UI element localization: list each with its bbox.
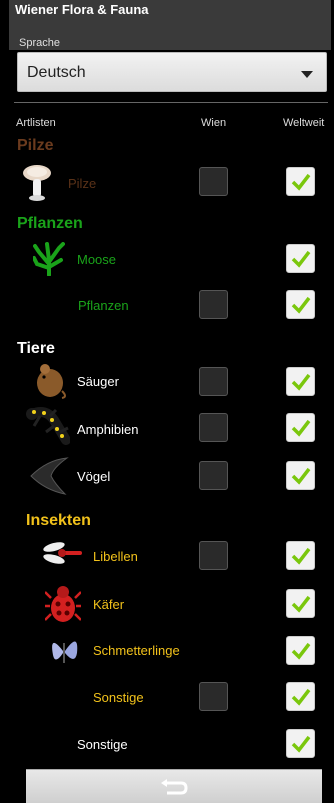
- row-label-saeuger: Säuger: [77, 374, 119, 389]
- check-icon: [291, 467, 311, 485]
- section-title-pilze: Pilze: [17, 137, 54, 154]
- row-label-sonstige: Sonstige: [77, 737, 128, 752]
- checkbox-wien-saeuger[interactable]: [199, 367, 228, 396]
- language-label: Sprache: [19, 37, 60, 49]
- checkbox-weltweit-pflanzen[interactable]: [286, 290, 315, 319]
- row-label-kaefer: Käfer: [93, 597, 125, 612]
- checkbox-weltweit-pilze[interactable]: [286, 167, 315, 196]
- language-select-value: Deutsch: [27, 64, 86, 81]
- row-label-pilze: Pilze: [68, 176, 97, 191]
- back-button[interactable]: [26, 769, 322, 803]
- salamander-icon: [26, 407, 70, 445]
- check-icon: [291, 735, 311, 753]
- beetle-icon: [45, 586, 81, 622]
- dragonfly-icon: [43, 542, 82, 564]
- checkbox-weltweit-libellen[interactable]: [286, 541, 315, 570]
- checkbox-wien-amphibien[interactable]: [199, 413, 228, 442]
- check-icon: [291, 595, 311, 613]
- bird-icon: [30, 457, 69, 495]
- checkbox-weltweit-sonstige[interactable]: [286, 729, 315, 758]
- dropdown-arrow-icon: [301, 71, 313, 78]
- checkbox-wien-libellen[interactable]: [199, 541, 228, 570]
- check-icon: [291, 547, 311, 565]
- row-label-moose: Moose: [77, 252, 117, 267]
- checkbox-weltweit-kaefer[interactable]: [286, 589, 315, 618]
- column-header-list: Artlisten: [16, 117, 56, 129]
- row-label-amphibien: Amphibien: [77, 422, 139, 437]
- language-select[interactable]: Deutsch: [17, 52, 327, 92]
- checkbox-weltweit-moose[interactable]: [286, 244, 315, 273]
- section-title-pflanzen: Pflanzen: [17, 215, 83, 232]
- back-icon: [161, 779, 188, 795]
- checkbox-weltweit-schmetterlinge[interactable]: [286, 636, 315, 665]
- checkbox-weltweit-voegel[interactable]: [286, 461, 315, 490]
- checkbox-weltweit-amphibien[interactable]: [286, 413, 315, 442]
- checkbox-wien-voegel[interactable]: [199, 461, 228, 490]
- row-label-schmetterlinge: Schmetterlinge: [93, 643, 180, 658]
- butterfly-icon: [52, 641, 78, 663]
- check-icon: [291, 688, 311, 706]
- moss-icon: [33, 242, 65, 276]
- column-header-global: Weltweit: [283, 117, 325, 129]
- row-label-pflanzen: Pflanzen: [78, 298, 129, 313]
- check-icon: [291, 373, 311, 391]
- app-title: Wiener Flora & Fauna: [15, 2, 149, 17]
- checkbox-wien-sonstige-insekten[interactable]: [199, 682, 228, 711]
- row-label-voegel: Vögel: [77, 469, 111, 484]
- row-label-libellen: Libellen: [93, 549, 138, 564]
- divider: [14, 102, 328, 103]
- row-label-sonstige-insekten: Sonstige: [93, 690, 144, 705]
- checkbox-weltweit-saeuger[interactable]: [286, 367, 315, 396]
- checkbox-weltweit-sonstige-insekten[interactable]: [286, 682, 315, 711]
- check-icon: [291, 296, 311, 314]
- section-title-insekten: Insekten: [26, 512, 91, 529]
- checkbox-wien-pflanzen[interactable]: [199, 290, 228, 319]
- check-icon: [291, 173, 311, 191]
- check-icon: [291, 642, 311, 660]
- check-icon: [291, 419, 311, 437]
- column-header-local: Wien: [201, 117, 227, 129]
- mouse-icon: [37, 364, 66, 399]
- check-icon: [291, 250, 311, 268]
- mushroom-icon: [23, 165, 51, 201]
- checkbox-wien-pilze[interactable]: [199, 167, 228, 196]
- section-title-tiere: Tiere: [17, 340, 55, 357]
